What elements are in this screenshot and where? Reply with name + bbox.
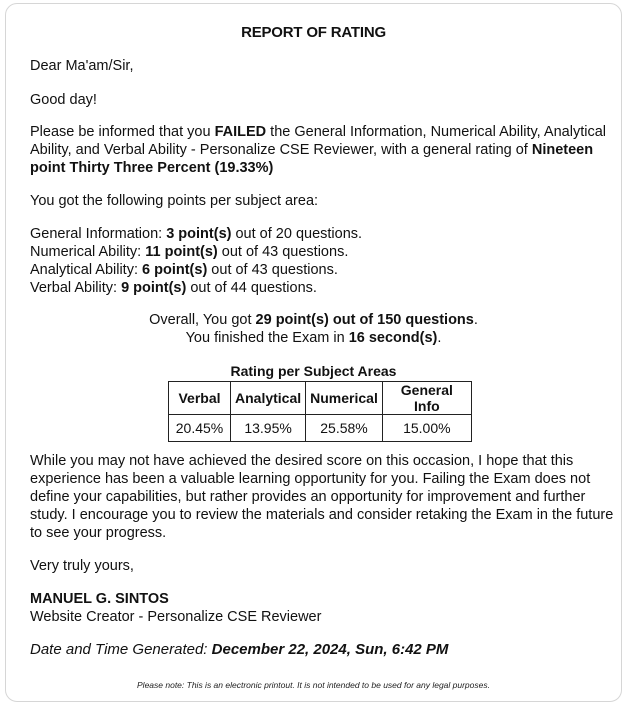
signoff: Very truly yours, [30, 558, 134, 574]
header-numerical: Numerical [305, 381, 383, 415]
overall-score: 29 point(s) out of 150 questions [255, 312, 474, 328]
time-post: . [437, 330, 442, 346]
subject-points: 6 point(s) [142, 262, 208, 278]
report-card: REPORT OF RATING Dear Ma'am/Sir, Good da… [5, 3, 622, 702]
overall-post: . [473, 312, 478, 328]
subject-rest: out of 43 questions. [207, 262, 338, 278]
points-intro: You got the following points per subject… [30, 193, 319, 209]
value-numerical: 25.58% [305, 414, 383, 442]
subject-line: Verbal Ability: 9 point(s) out of 44 que… [30, 279, 620, 297]
overall-pre: Overall, You got [149, 312, 256, 328]
generated-line: Date and Time Generated: December 22, 20… [30, 641, 620, 659]
subject-label: General Information: [30, 226, 167, 242]
report-title: REPORT OF RATING [241, 24, 386, 41]
subject-rest: out of 20 questions. [231, 226, 363, 242]
rating-table-header-row: Verbal Analytical Numerical General Info [168, 381, 472, 415]
intro-paragraph: Please be informed that you FAILED the G… [30, 123, 620, 177]
generated-value: December 22, 2024, Sun, 6:42 PM [211, 641, 449, 658]
subject-line: General Information: 3 point(s) out of 2… [30, 225, 620, 243]
rating-table: Verbal Analytical Numerical General Info… [168, 381, 472, 442]
exam-time-line: You finished the Exam in 16 second(s). [6, 329, 621, 347]
subject-label: Numerical Ability: [30, 244, 146, 260]
header-verbal: Verbal [168, 381, 231, 415]
signer-title: Website Creator - Personalize CSE Review… [30, 609, 322, 625]
subject-label: Analytical Ability: [30, 262, 143, 278]
header-analytical: Analytical [229, 381, 307, 415]
subject-line: Analytical Ability: 6 point(s) out of 43… [30, 261, 620, 279]
subject-label: Verbal Ability: [30, 280, 122, 296]
subject-points: 3 point(s) [166, 226, 232, 242]
exam-time: 16 second(s) [348, 330, 438, 346]
generated-label: Date and Time Generated: [30, 641, 212, 658]
greeting: Good day! [30, 92, 97, 108]
rating-table-title: Rating per Subject Areas [230, 363, 397, 379]
intro-pre: Please be informed that you [30, 124, 215, 140]
time-pre: You finished the Exam in [185, 330, 349, 346]
subject-line: Numerical Ability: 11 point(s) out of 43… [30, 243, 620, 261]
closing-paragraph: While you may not have achieved the desi… [30, 453, 614, 541]
value-analytical: 13.95% [229, 414, 307, 442]
salutation: Dear Ma'am/Sir, [30, 58, 134, 74]
subject-rest: out of 44 questions. [186, 280, 317, 296]
overall-score-line: Overall, You got 29 point(s) out of 150 … [6, 311, 621, 329]
signer-name: MANUEL G. SINTOS [30, 591, 169, 607]
legal-note: Please note: This is an electronic print… [137, 680, 490, 690]
subject-list: General Information: 3 point(s) out of 2… [30, 225, 620, 297]
value-verbal: 20.45% [168, 414, 231, 442]
subject-points: 11 point(s) [145, 244, 218, 260]
subject-rest: out of 43 questions. [217, 244, 349, 260]
header-general-info: General Info [381, 381, 472, 415]
value-general-info: 15.00% [381, 414, 472, 442]
status-failed: FAILED [214, 124, 267, 140]
subject-points: 9 point(s) [121, 280, 187, 296]
rating-table-row: 20.45% 13.95% 25.58% 15.00% [168, 414, 472, 442]
